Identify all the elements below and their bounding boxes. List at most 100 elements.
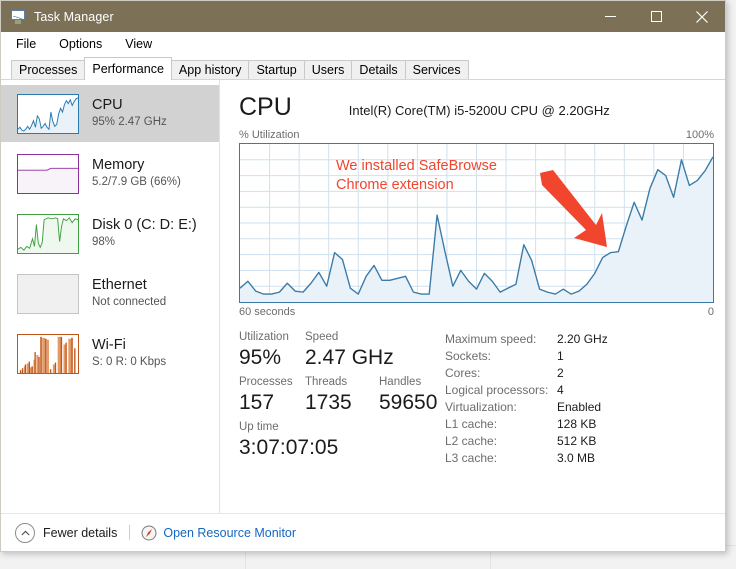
- window-title: Task Manager: [34, 10, 587, 24]
- detail-key: Logical processors:: [445, 382, 557, 399]
- tab-performance[interactable]: Performance: [84, 57, 172, 80]
- maximize-button[interactable]: [633, 1, 679, 32]
- open-resource-monitor-link[interactable]: Open Resource Monitor: [141, 525, 296, 541]
- detail-value: Enabled: [557, 399, 601, 416]
- sidebar-item-memory[interactable]: Memory 5.2/7.9 GB (66%): [1, 145, 219, 202]
- detail-row: L2 cache: 512 KB: [445, 433, 714, 450]
- tab-services[interactable]: Services: [405, 60, 469, 80]
- ethernet-thumbnail-graph: [17, 274, 79, 314]
- graph-x-right-label: 0: [708, 306, 714, 318]
- detail-value: 4: [557, 382, 564, 399]
- cpu-stats-left: Utilization 95% Speed 2.47 GHz Processes…: [239, 330, 445, 467]
- close-button[interactable]: [679, 1, 725, 32]
- stat-speed-label: Speed: [305, 330, 394, 345]
- sidebar-item-wifi-subtitle: S: 0 R: 0 Kbps: [92, 355, 166, 370]
- fewer-details-button[interactable]: Fewer details: [15, 523, 117, 543]
- sidebar-item-ethernet-subtitle: Not connected: [92, 295, 166, 310]
- stat-processes-label: Processes: [239, 375, 305, 390]
- stat-speed-value: 2.47 GHz: [305, 345, 394, 371]
- cpu-panel-header: CPU Intel(R) Core(TM) i5-5200U CPU @ 2.2…: [239, 92, 714, 122]
- sidebar-item-cpu-subtitle: 95% 2.47 GHz: [92, 115, 167, 130]
- detail-row: Maximum speed: 2.20 GHz: [445, 331, 714, 348]
- minimize-button[interactable]: [587, 1, 633, 32]
- cpu-performance-panel: CPU Intel(R) Core(TM) i5-5200U CPU @ 2.2…: [220, 80, 725, 513]
- cpu-stats: Utilization 95% Speed 2.47 GHz Processes…: [239, 330, 714, 467]
- graph-y-max-label: 100%: [686, 129, 714, 141]
- sidebar-item-ethernet-title: Ethernet: [92, 277, 166, 294]
- sidebar-item-wifi[interactable]: Wi-Fi S: 0 R: 0 Kbps: [1, 325, 219, 382]
- detail-row: Cores: 2: [445, 365, 714, 382]
- performance-sidebar: CPU 95% 2.47 GHz Memory 5.2/7.9 GB (66%): [1, 80, 220, 513]
- sidebar-item-cpu[interactable]: CPU 95% 2.47 GHz: [1, 85, 219, 142]
- stat-row-utilization-speed: Utilization 95% Speed 2.47 GHz: [239, 330, 445, 371]
- cpu-details-list: Maximum speed: 2.20 GHz Sockets: 1 Cores…: [445, 330, 714, 467]
- stat-utilization-value: 95%: [239, 345, 305, 371]
- tab-users[interactable]: Users: [304, 60, 353, 80]
- menu-item-options[interactable]: Options: [53, 35, 111, 53]
- detail-key: L1 cache:: [445, 416, 557, 433]
- stat-uptime: Up time 3:07:07:05: [239, 420, 338, 461]
- menu-item-file[interactable]: File: [10, 35, 45, 53]
- detail-value: 3.0 MB: [557, 450, 595, 467]
- cpu-graph-svg: [240, 144, 713, 302]
- sidebar-item-cpu-title: CPU: [92, 97, 167, 114]
- cpu-thumbnail-graph: [17, 94, 79, 134]
- cpu-utilization-graph: We installed SafeBrowse Chrome extension: [239, 143, 714, 303]
- graph-bottom-labels: 60 seconds 0: [239, 306, 714, 318]
- detail-key: Virtualization:: [445, 399, 557, 416]
- sidebar-item-wifi-text: Wi-Fi S: 0 R: 0 Kbps: [92, 337, 166, 370]
- open-resource-monitor-label: Open Resource Monitor: [163, 526, 296, 540]
- graph-top-labels: % Utilization 100%: [239, 129, 714, 141]
- sidebar-item-memory-title: Memory: [92, 157, 181, 174]
- detail-key: L2 cache:: [445, 433, 557, 450]
- detail-row: L1 cache: 128 KB: [445, 416, 714, 433]
- task-manager-icon: [10, 9, 26, 25]
- sidebar-item-cpu-text: CPU 95% 2.47 GHz: [92, 97, 167, 130]
- stat-uptime-value: 3:07:07:05: [239, 435, 338, 461]
- detail-key: Maximum speed:: [445, 331, 557, 348]
- stat-speed: Speed 2.47 GHz: [305, 330, 394, 371]
- detail-row: Virtualization: Enabled: [445, 399, 714, 416]
- detail-value: 128 KB: [557, 416, 596, 433]
- wifi-thumbnail-graph: [17, 334, 79, 374]
- stat-threads-label: Threads: [305, 375, 379, 390]
- detail-value: 2: [557, 365, 564, 382]
- sidebar-item-disk[interactable]: Disk 0 (C: D: E:) 98%: [1, 205, 219, 262]
- detail-row: Sockets: 1: [445, 348, 714, 365]
- stat-handles-value: 59650: [379, 390, 437, 416]
- window-body: CPU 95% 2.47 GHz Memory 5.2/7.9 GB (66%): [1, 80, 725, 513]
- graph-x-left-label: 60 seconds: [239, 306, 295, 318]
- stat-utilization-label: Utilization: [239, 330, 305, 345]
- detail-row: Logical processors: 4: [445, 382, 714, 399]
- sidebar-item-disk-subtitle: 98%: [92, 235, 197, 250]
- tab-processes[interactable]: Processes: [11, 60, 85, 80]
- sidebar-item-ethernet-text: Ethernet Not connected: [92, 277, 166, 310]
- title-bar: Task Manager: [1, 1, 725, 32]
- disk-thumbnail-graph: [17, 214, 79, 254]
- detail-row: L3 cache: 3.0 MB: [445, 450, 714, 467]
- cpu-model-label: Intel(R) Core(TM) i5-5200U CPU @ 2.20GHz: [349, 103, 610, 118]
- stat-row-processes-threads-handles: Processes 157 Threads 1735 Handles 59650: [239, 375, 445, 416]
- tab-details[interactable]: Details: [351, 60, 405, 80]
- sidebar-item-ethernet[interactable]: Ethernet Not connected: [1, 265, 219, 322]
- detail-value: 1: [557, 348, 564, 365]
- stat-handles-label: Handles: [379, 375, 437, 390]
- menu-bar: File Options View: [1, 32, 725, 56]
- stat-processes: Processes 157: [239, 375, 305, 416]
- stat-utilization: Utilization 95%: [239, 330, 305, 371]
- sidebar-item-disk-text: Disk 0 (C: D: E:) 98%: [92, 217, 197, 250]
- tab-startup[interactable]: Startup: [248, 60, 304, 80]
- menu-item-view[interactable]: View: [119, 35, 161, 53]
- task-manager-window: Task Manager File Options View Processes…: [0, 0, 726, 552]
- chevron-up-icon: [15, 523, 35, 543]
- detail-key: L3 cache:: [445, 450, 557, 467]
- tab-strip: Processes Performance App history Startu…: [1, 56, 725, 80]
- stat-row-uptime: Up time 3:07:07:05: [239, 420, 445, 461]
- detail-key: Sockets:: [445, 348, 557, 365]
- stat-threads-value: 1735: [305, 390, 379, 416]
- resource-monitor-icon: [141, 525, 157, 541]
- detail-value: 512 KB: [557, 433, 596, 450]
- graph-y-label: % Utilization: [239, 129, 300, 141]
- page-title: CPU: [239, 92, 292, 122]
- tab-app-history[interactable]: App history: [171, 60, 250, 80]
